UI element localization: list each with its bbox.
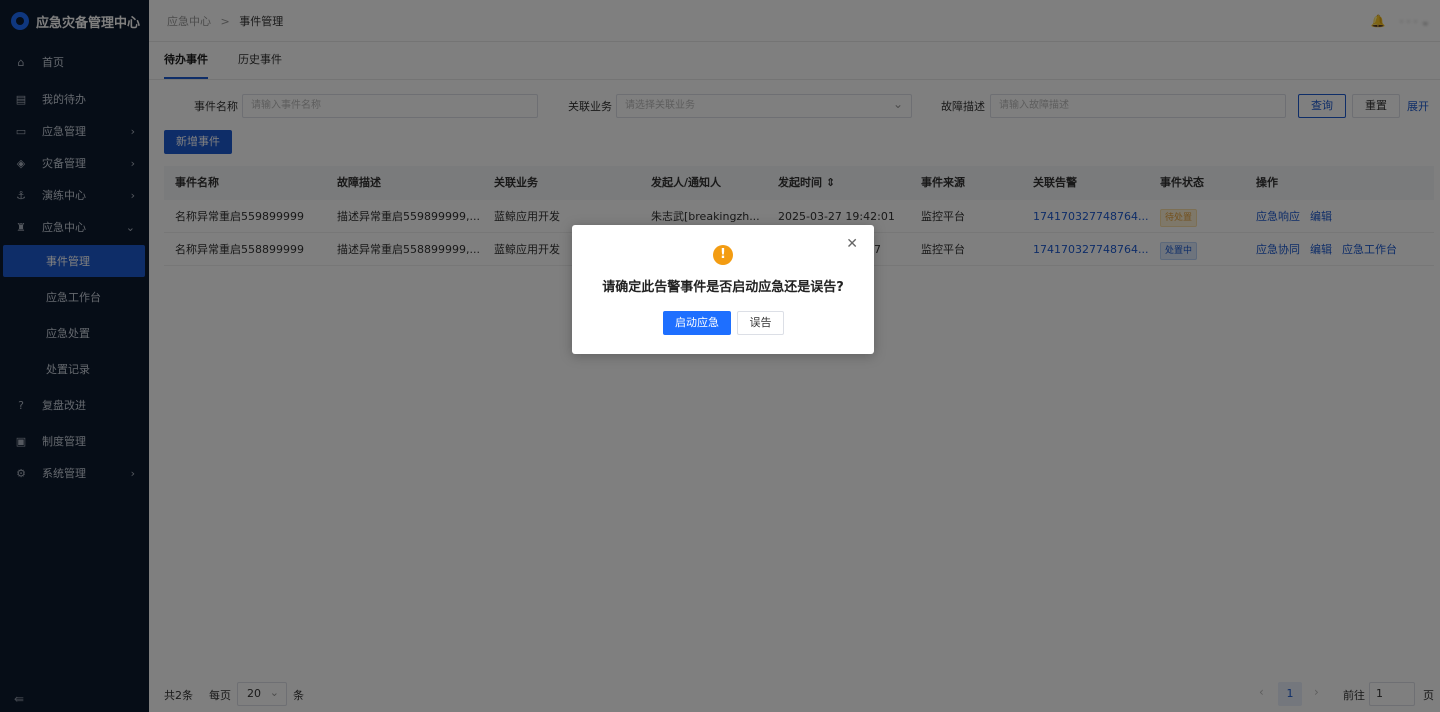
start-emergency-button[interactable]: 启动应急 <box>663 311 731 335</box>
false-alarm-button[interactable]: 误告 <box>737 311 784 335</box>
modal-overlay[interactable] <box>0 0 1440 712</box>
warning-icon: ! <box>713 245 733 265</box>
dialog-message: 请确定此告警事件是否启动应急还是误告? <box>602 280 844 295</box>
close-icon[interactable]: ✕ <box>846 236 858 252</box>
confirm-dialog: ✕ ! 请确定此告警事件是否启动应急还是误告? 启动应急 误告 <box>572 225 874 354</box>
